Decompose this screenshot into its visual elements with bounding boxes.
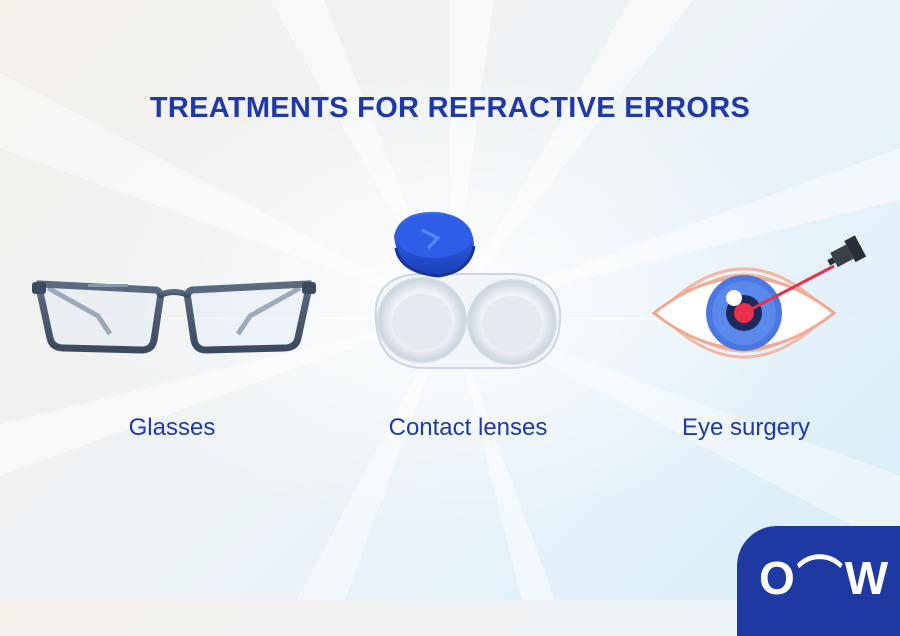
contact-lens-case-icon — [362, 208, 572, 383]
treatment-label-contact-lenses: Contact lenses — [388, 414, 548, 441]
brand-logo-text: O⌒W — [759, 552, 891, 604]
laser-eye-icon — [648, 232, 868, 377]
glasses-icon — [28, 276, 320, 361]
brand-logo: O⌒W — [737, 526, 900, 636]
treatment-label-eye-surgery: Eye surgery — [681, 414, 811, 441]
page-title: TREATMENTS FOR REFRACTIVE ERRORS — [149, 92, 751, 124]
treatment-label-glasses: Glasses — [128, 414, 216, 441]
